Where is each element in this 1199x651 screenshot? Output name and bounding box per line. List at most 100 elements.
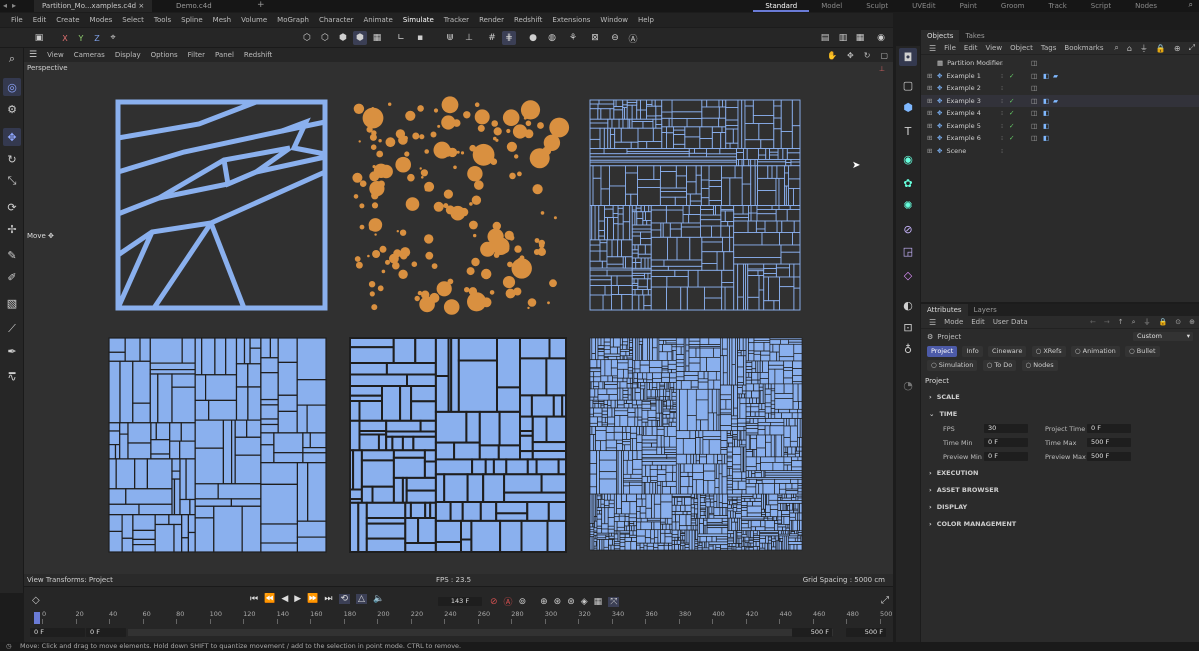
environment-icon[interactable]: ◐ bbox=[899, 296, 917, 314]
next-frame-icon[interactable]: ⏩ bbox=[307, 594, 318, 604]
viewport-menu-redshift[interactable]: Redshift bbox=[239, 51, 277, 59]
expand-toggle-icon[interactable]: ⊞ bbox=[927, 109, 937, 117]
autokey-icon[interactable]: Ⓐ bbox=[504, 595, 513, 608]
playhead[interactable] bbox=[34, 612, 40, 624]
pan-view-icon[interactable]: ✋ bbox=[822, 51, 842, 60]
enabled-check-icon[interactable]: ✓ bbox=[1009, 109, 1014, 117]
magnet-icon[interactable]: ⋓ bbox=[443, 31, 457, 45]
object-row[interactable]: ⊞ ✥ Example 4 ⁝ ✓ ◫ ◧ bbox=[921, 107, 1199, 120]
time-min-field[interactable]: 0 F bbox=[984, 438, 1028, 447]
section-execution[interactable]: › EXECUTION bbox=[921, 464, 1199, 481]
material-tag-icon[interactable]: ◧ bbox=[1043, 134, 1049, 142]
layout-tab-model[interactable]: Model bbox=[809, 0, 854, 12]
section-display[interactable]: › DISPLAY bbox=[921, 498, 1199, 515]
back-arrow-icon[interactable]: ← bbox=[1086, 318, 1100, 326]
layout-tab-script[interactable]: Script bbox=[1079, 0, 1123, 12]
redshift-object-icon[interactable]: ◔ bbox=[899, 376, 917, 394]
section-asset-browser[interactable]: › ASSET BROWSER bbox=[921, 481, 1199, 498]
enabled-check-icon[interactable]: ✓ bbox=[1009, 97, 1014, 105]
viewport-menu-panel[interactable]: Panel bbox=[210, 51, 239, 59]
render-picture-viewer-icon[interactable]: ▥ bbox=[836, 31, 850, 45]
axis-x-button[interactable]: X bbox=[58, 31, 72, 45]
menu-edit[interactable]: Edit bbox=[28, 13, 52, 27]
key-param-icon[interactable]: ◈ bbox=[581, 597, 588, 607]
object-row[interactable]: ⊞ ✥ Example 3 ⁝ ✓ ◫ ◧ ▰ bbox=[921, 94, 1199, 107]
section-time[interactable]: ⌄ TIME bbox=[921, 405, 1199, 422]
close-icon[interactable]: × bbox=[138, 2, 144, 10]
objects-menu-file[interactable]: File bbox=[940, 44, 960, 52]
preview-range-icon[interactable]: △ bbox=[356, 594, 367, 604]
expand-toggle-icon[interactable]: ⊞ bbox=[927, 134, 937, 142]
new-tab-plus-icon[interactable]: + bbox=[257, 0, 265, 10]
key-pla-icon[interactable]: ▦ bbox=[594, 597, 603, 607]
objects-menu-edit[interactable]: Edit bbox=[960, 44, 982, 52]
soft-selection-icon[interactable]: ⊥ bbox=[462, 31, 476, 45]
start-frame-field[interactable]: 0 F bbox=[30, 628, 85, 637]
generator-icon[interactable]: ⬢ bbox=[899, 98, 917, 116]
undo-icon[interactable]: ▣ bbox=[32, 31, 46, 45]
material-tag-icon[interactable]: ◧ bbox=[1043, 109, 1049, 117]
object-row[interactable]: ⊞ ✥ Scene ⁝ bbox=[921, 145, 1199, 158]
object-row[interactable]: ⊞ ✥ Example 6 ⁝ ✓ ◫ ◧ bbox=[921, 132, 1199, 145]
objects-menu-view[interactable]: View bbox=[981, 44, 1006, 52]
tab-bullet[interactable]: ○ Bullet bbox=[1125, 346, 1160, 357]
objects-menu-bookmarks[interactable]: Bookmarks bbox=[1060, 44, 1107, 52]
timeline-ruler[interactable]: 0 20 40 60 80 100 120 140 160 180 200 220 240 260 280 3… bbox=[32, 610, 892, 624]
visibility-dots-icon[interactable]: ⁝ bbox=[1001, 147, 1003, 155]
preview-range-slider[interactable] bbox=[128, 629, 833, 636]
viewport-layout-icon[interactable]: ☰ bbox=[24, 50, 42, 60]
up-arrow-icon[interactable]: ↑ bbox=[1114, 318, 1128, 326]
object-row[interactable]: ⊞ ✥ Example 1 ⁝ ✓ ◫ ◧ ▰ bbox=[921, 70, 1199, 83]
render-view-icon[interactable]: ▤ bbox=[818, 31, 832, 45]
settings-icon[interactable]: ⊙ bbox=[1171, 318, 1185, 326]
selection-tool-icon[interactable]: ⚙ bbox=[3, 100, 21, 118]
key-rotation-icon[interactable]: ⊛ bbox=[554, 597, 562, 607]
tab-to-do[interactable]: ○ To Do bbox=[982, 360, 1017, 371]
transform-tool-icon[interactable]: ⟳ bbox=[3, 198, 21, 216]
menu-modes[interactable]: Modes bbox=[85, 13, 118, 27]
tab-info[interactable]: Info bbox=[962, 346, 983, 357]
placement-tool-icon[interactable]: ✢ bbox=[3, 220, 21, 238]
cube-create-icon[interactable]: ◘ bbox=[899, 48, 917, 66]
texture-mode-icon[interactable]: ▪ bbox=[413, 31, 427, 45]
menu-file[interactable]: File bbox=[6, 13, 28, 27]
expand-icon[interactable]: ⤢ bbox=[1185, 43, 1199, 53]
key-position-icon[interactable]: ⊕ bbox=[540, 597, 548, 607]
objects-menu-tags[interactable]: Tags bbox=[1037, 44, 1061, 52]
menu-mesh[interactable]: Mesh bbox=[208, 13, 236, 27]
camera-icon[interactable]: ⊡ bbox=[899, 318, 917, 336]
object-row[interactable]: ▦ Partition Modifier ⁝ ◫ bbox=[921, 57, 1199, 70]
end-frame-field[interactable]: 500 F bbox=[846, 628, 886, 637]
knife-tool-icon[interactable]: ⟋ bbox=[3, 320, 21, 338]
symmetry-icon[interactable]: ⚘ bbox=[566, 31, 580, 45]
tab-xrefs[interactable]: ○ XRefs bbox=[1031, 346, 1066, 357]
menu-create[interactable]: Create bbox=[51, 13, 84, 27]
mograph-cloner-icon[interactable]: ◉ bbox=[899, 150, 917, 168]
search-icon[interactable]: ⌕ bbox=[1128, 318, 1140, 327]
expand-toggle-icon[interactable]: ⊞ bbox=[927, 147, 937, 155]
key-scale-icon[interactable]: ⊛ bbox=[567, 597, 575, 607]
move-tool-icon[interactable]: ✥ bbox=[3, 128, 21, 146]
preview-max-field[interactable]: 500 F bbox=[1087, 452, 1131, 461]
scale-tool-icon[interactable]: ⤡ bbox=[3, 172, 21, 190]
tab-objects[interactable]: Objects bbox=[921, 30, 960, 42]
file-tab-active[interactable]: Partition_Mo...xamples.c4d × bbox=[34, 0, 153, 12]
layout-tab-nodes[interactable]: Nodes bbox=[1123, 0, 1169, 12]
tab-project[interactable]: Project bbox=[927, 346, 958, 357]
forward-arrow-icon[interactable]: → bbox=[1100, 318, 1114, 326]
enabled-check-icon[interactable]: ✓ bbox=[1009, 122, 1014, 130]
material-tag-icon[interactable]: ◧ bbox=[1043, 72, 1049, 80]
axis-y-button[interactable]: Y bbox=[74, 31, 88, 45]
objects-menu-object[interactable]: Object bbox=[1006, 44, 1037, 52]
menu-redshift[interactable]: Redshift bbox=[509, 13, 547, 27]
layout-tab-sculpt[interactable]: Sculpt bbox=[854, 0, 900, 12]
material-tag-icon[interactable]: ◧ bbox=[1043, 122, 1049, 130]
workplane-icon[interactable]: ● bbox=[526, 31, 540, 45]
tab-nodes[interactable]: ○ Nodes bbox=[1021, 360, 1058, 371]
axis-mode-icon[interactable]: ∟ bbox=[394, 31, 408, 45]
tab-attributes[interactable]: Attributes bbox=[921, 304, 968, 316]
previous-frame-icon[interactable]: ◀ bbox=[281, 594, 288, 604]
menu-extensions[interactable]: Extensions bbox=[547, 13, 595, 27]
rotate-view-icon[interactable]: ↻ bbox=[859, 51, 876, 60]
redshift-render-icon[interactable]: ◉ bbox=[874, 31, 888, 45]
